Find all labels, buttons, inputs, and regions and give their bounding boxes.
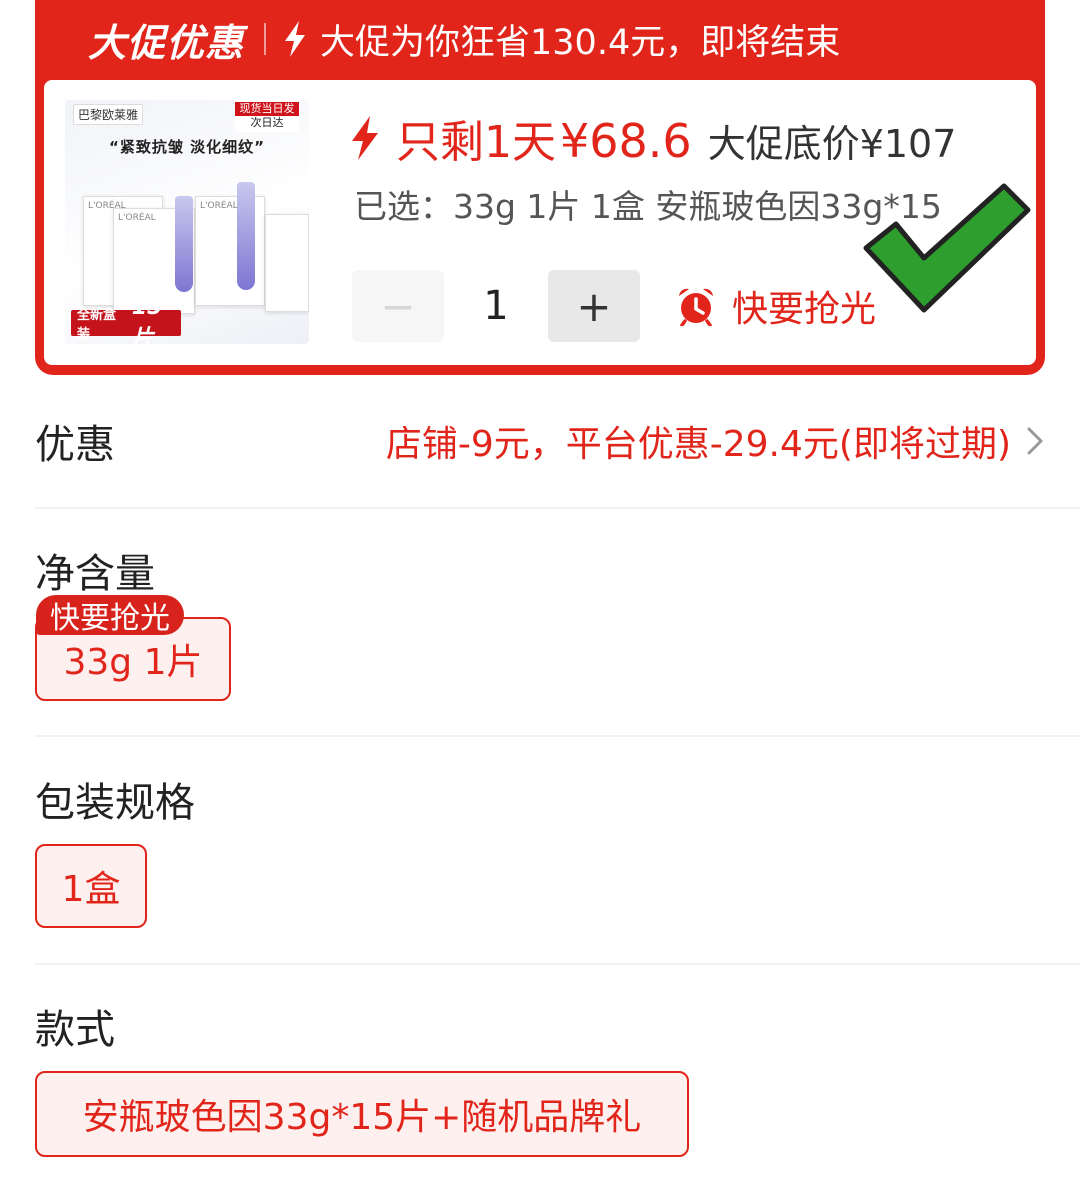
increase-button[interactable]: + [548,270,640,342]
price-row: 只剩1天 ¥68.6 大促底价¥107 [350,106,956,170]
divider [35,735,1080,737]
bolt-icon [352,116,378,160]
stock-tag-line1: 现货当日发 [235,102,299,116]
brand-tag: 巴黎欧莱雅 [73,104,144,125]
decrease-button[interactable]: − [352,270,444,342]
urgency-text: 快要抢光 [732,289,877,330]
selected-spec: 已选：33g 1片 1盒 安瓶玻色因33g*15 [354,187,942,226]
net-content-label: 净含量 [35,551,155,597]
discount-value-text: 店铺-9元，平台优惠-29.4元(即将过期) [385,424,1011,465]
quantity-stepper: − 1 + [352,270,640,342]
promo-saving-text: 大促为你狂省130.4元，即将结束 [320,22,841,63]
urgency-indicator: 快要抢光 [676,278,876,334]
divider [35,507,1080,509]
discount-label: 优惠 [35,422,115,468]
discount-value: 店铺-9元，平台优惠-29.4元(即将过期) [386,415,1045,467]
quantity-value[interactable]: 1 [444,283,548,329]
style-label: 款式 [35,1007,115,1053]
packaging-label: 包装规格 [35,780,195,826]
divider [35,963,1080,965]
bottom-price: 大促底价¥107 [707,122,957,166]
stock-tag-line2: 次日达 [250,116,284,129]
product-image[interactable]: 巴黎欧莱雅 现货当日发 次日达 “紧致抗皱 淡化细纹” L'ORÉAL L'OR… [65,100,309,344]
bolt-icon [285,21,306,57]
ampoule-vial [175,196,193,292]
product-slogan: “紧致抗皱 淡化细纹” [109,138,265,156]
promo-divider [264,23,267,55]
chevron-right-icon [1027,427,1043,455]
check-icon [863,183,1031,313]
box-brand-label: L'ORÉAL [200,201,238,211]
promo-price: ¥68.6 [560,114,692,168]
discount-row[interactable]: 优惠 店铺-9元，平台优惠-29.4元(即将过期) [35,405,1045,477]
box-count-bar: 全新盒装 15片 [71,295,181,344]
product-box-edge [265,214,309,312]
ampoule-vial [237,182,255,290]
promo-header: 大促优惠 大促为你狂省130.4元，即将结束 [35,0,1045,78]
box-count-label: 全新盒装 [77,308,117,342]
packaging-option[interactable]: 1盒 [35,844,147,928]
style-option[interactable]: 安瓶玻色因33g*15片+随机品牌礼 [35,1071,689,1157]
countdown-text: 只剩1天 [396,117,556,168]
box-brand-label: L'ORÉAL [118,213,156,223]
promo-logo: 大促优惠 [88,20,245,65]
box-count: 15片 [131,294,163,345]
alarm-clock-icon [679,288,713,326]
stock-tag: 现货当日发 次日达 [235,100,299,132]
sellout-badge: 快要抢光 [36,595,184,636]
